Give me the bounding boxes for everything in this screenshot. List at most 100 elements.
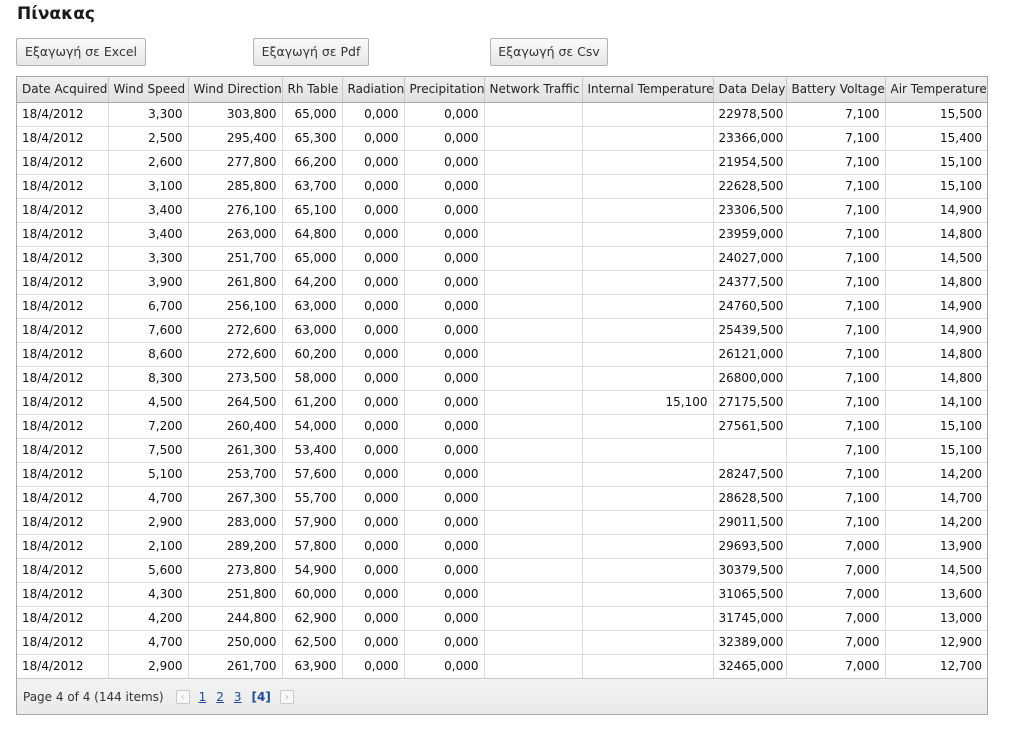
table-cell — [582, 246, 714, 271]
table-cell: 263,000 — [188, 222, 283, 247]
export-excel-button[interactable]: Εξαγωγή σε Excel — [16, 38, 146, 66]
table-cell: 0,000 — [342, 606, 405, 631]
table-row[interactable]: 18/4/2012 4,300 251,800 60,000 0,000 0,000 310… — [17, 582, 987, 607]
column-header[interactable]: Air Temperature — [885, 77, 987, 103]
table-cell: 7,100 — [786, 510, 886, 535]
table-cell: 14,800 — [885, 270, 987, 295]
table-cell: 7,100 — [786, 486, 886, 511]
table-row[interactable]: 18/4/2012 3,300 251,700 65,000 0,000 0,000 240… — [17, 246, 987, 271]
table-cell: 0,000 — [404, 414, 485, 439]
table-cell: 66,200 — [282, 150, 343, 175]
table-row[interactable]: 18/4/2012 3,300 303,800 65,000 0,000 0,000 229… — [17, 102, 987, 127]
page-link-1[interactable]: 1 — [199, 690, 207, 704]
table-cell — [582, 606, 714, 631]
table-cell — [484, 414, 583, 439]
table-cell: 0,000 — [404, 174, 485, 199]
table-cell: 7,100 — [786, 462, 886, 487]
table-row[interactable]: 18/4/2012 3,900 261,800 64,200 0,000 0,000 243… — [17, 270, 987, 295]
table-cell: 3,400 — [108, 198, 189, 223]
table-row[interactable]: 18/4/2012 8,300 273,500 58,000 0,000 0,000 268… — [17, 366, 987, 391]
table-cell — [484, 534, 583, 559]
table-cell: 14,900 — [885, 294, 987, 319]
table-cell — [582, 366, 714, 391]
page-link-3[interactable]: 3 — [234, 690, 242, 704]
table-cell: 63,000 — [282, 318, 343, 343]
table-row[interactable]: 18/4/2012 2,500 295,400 65,300 0,000 0,000 233… — [17, 126, 987, 151]
column-header[interactable]: Rh Table — [282, 77, 343, 103]
chevron-left-icon[interactable]: ‹ — [175, 689, 190, 704]
table-cell: 0,000 — [404, 654, 485, 679]
table-cell: 2,100 — [108, 534, 189, 559]
table-cell — [582, 270, 714, 295]
column-header[interactable]: Data Delay — [713, 77, 787, 103]
table-row[interactable]: 18/4/2012 2,100 289,200 57,800 0,000 0,000 296… — [17, 534, 987, 559]
table-cell: 14,800 — [885, 342, 987, 367]
table-row[interactable]: 18/4/2012 7,600 272,600 63,000 0,000 0,000 254… — [17, 318, 987, 343]
table-row[interactable]: 18/4/2012 5,100 253,700 57,600 0,000 0,000 282… — [17, 462, 987, 487]
table-cell — [484, 150, 583, 175]
table-row[interactable]: 18/4/2012 7,200 260,400 54,000 0,000 0,000 275… — [17, 414, 987, 439]
table-row[interactable]: 18/4/2012 5,600 273,800 54,900 0,000 0,000 303… — [17, 558, 987, 583]
table-cell: 0,000 — [342, 414, 405, 439]
column-header[interactable]: Radiation — [342, 77, 405, 103]
table-header-row: Date Acquired Wind Speed Wind Direction Rh … — [17, 77, 987, 103]
table-cell: 57,800 — [282, 534, 343, 559]
table-cell — [484, 390, 583, 415]
table-cell: 7,200 — [108, 414, 189, 439]
table-row[interactable]: 18/4/2012 2,600 277,800 66,200 0,000 0,000 219… — [17, 150, 987, 175]
column-header[interactable]: Battery Voltage — [786, 77, 886, 103]
table-cell: 23959,000 — [713, 222, 787, 247]
table-cell: 0,000 — [404, 126, 485, 151]
table-row[interactable]: 18/4/2012 2,900 261,700 63,900 0,000 0,000 324… — [17, 654, 987, 679]
table-row[interactable]: 18/4/2012 8,600 272,600 60,200 0,000 0,000 261… — [17, 342, 987, 367]
table-row[interactable]: 18/4/2012 2,900 283,000 57,900 0,000 0,000 290… — [17, 510, 987, 535]
table-cell: 0,000 — [404, 582, 485, 607]
column-header[interactable]: Wind Direction — [188, 77, 283, 103]
table-cell: 18/4/2012 — [17, 222, 109, 247]
table-row[interactable]: 18/4/2012 3,400 276,100 65,100 0,000 0,000 233… — [17, 198, 987, 223]
table-cell — [582, 198, 714, 223]
table-cell: 23306,500 — [713, 198, 787, 223]
table-row[interactable]: 18/4/2012 3,100 285,800 63,700 0,000 0,000 226… — [17, 174, 987, 199]
column-header[interactable]: Precipitation — [404, 77, 485, 103]
table-cell: 7,100 — [786, 414, 886, 439]
table-cell: 14,500 — [885, 246, 987, 271]
table-cell: 0,000 — [404, 246, 485, 271]
table-row[interactable]: 18/4/2012 4,700 267,300 55,700 0,000 0,000 286… — [17, 486, 987, 511]
chevron-right-icon[interactable]: › — [279, 689, 294, 704]
column-header[interactable]: Network Traffic — [484, 77, 583, 103]
export-csv-button[interactable]: Εξαγωγή σε Csv — [490, 38, 608, 66]
table-cell: 25439,500 — [713, 318, 787, 343]
table-cell: 27561,500 — [713, 414, 787, 439]
table-row[interactable]: 18/4/2012 6,700 256,100 63,000 0,000 0,000 247… — [17, 294, 987, 319]
table-row[interactable]: 18/4/2012 4,200 244,800 62,900 0,000 0,000 317… — [17, 606, 987, 631]
table-cell: 7,100 — [786, 366, 886, 391]
table-cell — [484, 366, 583, 391]
column-header[interactable]: Internal Temperature — [582, 77, 714, 103]
column-header[interactable]: Date Acquired — [17, 77, 109, 103]
table-row[interactable]: 18/4/2012 4,500 264,500 61,200 0,000 0,000 15,… — [17, 390, 987, 415]
table-row[interactable]: 18/4/2012 4,700 250,000 62,500 0,000 0,000 323… — [17, 630, 987, 655]
table-cell: 261,300 — [188, 438, 283, 463]
table-cell: 0,000 — [404, 534, 485, 559]
table-cell — [484, 654, 583, 679]
column-header[interactable]: Wind Speed — [108, 77, 189, 103]
table-row[interactable]: 18/4/2012 3,400 263,000 64,800 0,000 0,000 239… — [17, 222, 987, 247]
table-cell: 2,600 — [108, 150, 189, 175]
table-cell: 29011,500 — [713, 510, 787, 535]
table-cell — [582, 174, 714, 199]
table-cell: 8,600 — [108, 342, 189, 367]
page-link-2[interactable]: 2 — [216, 690, 224, 704]
table-cell: 60,000 — [282, 582, 343, 607]
table-cell — [484, 246, 583, 271]
table-cell — [582, 438, 714, 463]
table-cell: 6,700 — [108, 294, 189, 319]
table-row[interactable]: 18/4/2012 7,500 261,300 53,400 0,000 0,000 7,1… — [17, 438, 987, 463]
table-cell: 14,800 — [885, 366, 987, 391]
table-cell: 22628,500 — [713, 174, 787, 199]
table-cell: 0,000 — [342, 390, 405, 415]
table-cell: 267,300 — [188, 486, 283, 511]
export-pdf-button[interactable]: Εξαγωγή σε Pdf — [253, 38, 369, 66]
table-cell: 0,000 — [342, 462, 405, 487]
table-cell — [582, 510, 714, 535]
